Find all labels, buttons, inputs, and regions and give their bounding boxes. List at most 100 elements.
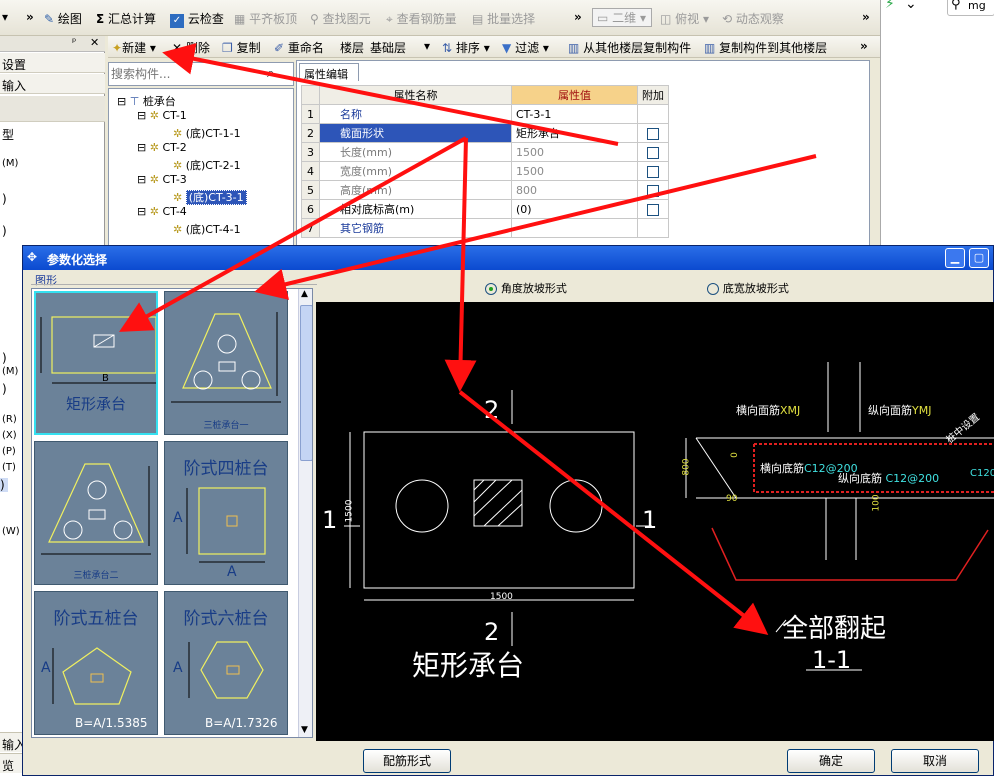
scroll-thumb[interactable] [300, 305, 312, 461]
scroll-down-icon[interactable]: ▼ [301, 725, 308, 735]
overflow-icon-2[interactable]: » [574, 10, 582, 24]
draw-button[interactable]: ✎ 绘图 [44, 10, 82, 27]
tree-node-ct2[interactable]: ⊟ ✲ CT-2 [137, 141, 187, 154]
rename-icon: ✐ [274, 41, 285, 55]
tree-node-ct2-1[interactable]: ✲ (底)CT-2-1 [173, 157, 241, 173]
table-row: 6 相对底标高(m) (0) [301, 199, 669, 219]
copy-to-floor-button[interactable]: ▥ 复制构件到其他楼层 [704, 39, 827, 56]
radio-bottom-width-slope[interactable]: 底宽放坡形式 [707, 280, 789, 296]
view-rebar-button[interactable]: ⌖ 查看钢筋量 [386, 10, 457, 27]
rename-button[interactable]: ✐ 重命名 [274, 39, 324, 56]
tab-property-edit[interactable]: 属性编辑 [299, 63, 359, 81]
six-pile-diagram [188, 641, 264, 699]
top-view-button[interactable]: ◫ 俯视 ▾ [660, 10, 709, 27]
flat-top-button[interactable]: ▦ 平齐板顶 [234, 10, 297, 27]
pencil-icon: ✎ [44, 12, 55, 26]
left-item-input[interactable]: 输入 [0, 74, 105, 94]
close-icon[interactable]: ✕ [90, 36, 99, 49]
extra-checkbox[interactable] [647, 127, 659, 140]
gear-icon: ✲ [173, 191, 183, 204]
radio-angle-slope[interactable]: 角度放坡形式 [485, 280, 567, 296]
property-value[interactable]: 矩形承台 [511, 123, 638, 143]
view-mode-select[interactable]: ▭ 二维 ▾ [592, 8, 652, 27]
search-input[interactable] [111, 65, 261, 83]
copy-from-floor-button[interactable]: ▥ 从其他楼层复制构件 [568, 39, 691, 56]
copy-button[interactable]: ❐ 复制 [222, 39, 261, 56]
property-value[interactable]: CT-3-1 [511, 104, 638, 124]
cancel-button[interactable]: 取消 [891, 749, 979, 773]
lightning-icon[interactable]: ⚡ [885, 0, 895, 12]
gear-icon: ✲ [173, 159, 183, 172]
gear-icon: ✲ [149, 205, 159, 218]
thumb-three-pile-cap-2[interactable]: 三桩承台二 [34, 441, 158, 585]
thumb-step-four-pile[interactable]: 阶式四桩台 A A [164, 441, 288, 585]
extra-checkbox[interactable] [647, 203, 659, 216]
tree-node-ct4-1[interactable]: ✲ (底)CT-4-1 [173, 221, 241, 237]
tree-node-ct4[interactable]: ⊟ ✲ CT-4 [137, 205, 187, 218]
floor-select[interactable]: 基础层 ▾ [370, 39, 432, 56]
col-header-extra: 附加 [637, 85, 669, 105]
thumb-step-six-pile[interactable]: 阶式六桩台 A B=A/1.7326 [164, 591, 288, 735]
view-mode-icon: ▭ [597, 11, 609, 25]
right-search-box[interactable]: ⚲ mg [947, 0, 994, 16]
four-pile-diagram [186, 487, 266, 563]
new-button[interactable]: ✦新建 ▾ [112, 39, 156, 56]
tree-node-ct1-1[interactable]: ✲ (底)CT-1-1 [173, 125, 241, 141]
thumb-step-five-pile[interactable]: 阶式五桩台 A B=A/1.5385 [34, 591, 158, 735]
tree-node-ct3-1[interactable]: ✲ (底)CT-3-1 [173, 189, 247, 205]
rebar-form-button[interactable]: 配筋形式 [363, 749, 451, 773]
extra-checkbox[interactable] [647, 165, 659, 178]
property-value[interactable]: 1500 [511, 142, 638, 162]
thumb-three-pile-cap-1[interactable]: 三桩承台一 [164, 291, 288, 435]
copy-floor-icon: ▥ [704, 41, 716, 55]
tree-node-ct1[interactable]: ⊟ ✲ CT-1 [137, 109, 187, 122]
delete-button[interactable]: ✕ 删除 [172, 39, 210, 56]
floor-label: 楼层 [340, 41, 365, 55]
left-item-settings[interactable]: 设置 [0, 53, 105, 73]
minimize-button[interactable]: ▁ [945, 248, 965, 268]
left-frag-10: (T) [2, 462, 16, 473]
maximize-button[interactable]: ▢ [969, 248, 989, 268]
drawing-canvas: 2 2 1 1 1500 1500 矩形承台 全部翻起 1-1 横向面筋XMJ … [316, 302, 994, 741]
filter-button[interactable]: ▼ 过滤 ▾ [502, 39, 549, 56]
left-frag-4: ) [2, 351, 7, 365]
cloud-check-button[interactable]: ✓ 云检查 [170, 10, 224, 28]
thumb-scrollbar[interactable]: ▲ ▼ [298, 289, 312, 737]
tree-node-ct3[interactable]: ⊟ ✲ CT-3 [137, 173, 187, 186]
chevron-down-icon[interactable]: ▾ [2, 10, 8, 24]
check-icon: ✓ [170, 14, 184, 28]
left-frag-6: ) [2, 382, 7, 396]
search-icon[interactable]: ⌕ [267, 66, 274, 81]
property-value[interactable]: 1500 [511, 161, 638, 181]
overflow-icon[interactable]: » [860, 39, 868, 53]
three-pile-diagram [171, 312, 281, 403]
scroll-up-icon[interactable]: ▲ [301, 289, 308, 299]
extra-checkbox[interactable] [647, 146, 659, 159]
batch-select-button[interactable]: ▤ 批量选择 [472, 10, 535, 27]
sort-button[interactable]: ⇅ 排序 ▾ [442, 39, 490, 56]
sum-calc-button[interactable]: Σ 汇总计算 [96, 10, 156, 27]
overflow-icon[interactable]: » [26, 10, 34, 24]
section-label: 1-1 [812, 646, 852, 674]
extra-checkbox[interactable] [647, 184, 659, 197]
chevron-down-icon[interactable]: ⌄ [905, 0, 917, 12]
thumb-rect-cap[interactable]: B 矩形承台 [34, 291, 158, 435]
left-frag-5: (M) [2, 366, 19, 377]
property-value[interactable] [511, 218, 638, 238]
property-value[interactable]: 800 [511, 180, 638, 200]
shape-thumbnail-list: B 矩形承台 三桩承台一 三桩承台二 阶式四桩台 A A 阶式五桩台 A B=A… [31, 288, 313, 738]
dim-800: 800 [681, 458, 692, 476]
ok-button[interactable]: 确定 [787, 749, 875, 773]
dynamic-view-button[interactable]: ⟲ 动态观察 [722, 10, 784, 27]
property-value[interactable]: (0) [511, 199, 638, 219]
find-element-button[interactable]: ⚲ 查找图元 [310, 10, 371, 27]
rebar-label-top-h: 横向面筋XMJ [736, 404, 801, 417]
component-toolbar: ✦新建 ▾ ✕ 删除 ❐ 复制 ✐ 重命名 楼层 基础层 ▾ ⇅ 排序 ▾ ▼ 过… [108, 36, 880, 58]
component-search[interactable]: ⌕ [108, 62, 294, 86]
pin-icon[interactable]: ᵖ [72, 37, 76, 48]
left-frag-9: (P) [2, 446, 16, 457]
col-header-value: 属性值 [511, 85, 638, 105]
overflow-icon-3[interactable]: » [862, 10, 870, 24]
tree-node-root[interactable]: ⊟ ⊤ 桩承台 [117, 93, 176, 109]
dim-width: 1500 [490, 592, 513, 602]
